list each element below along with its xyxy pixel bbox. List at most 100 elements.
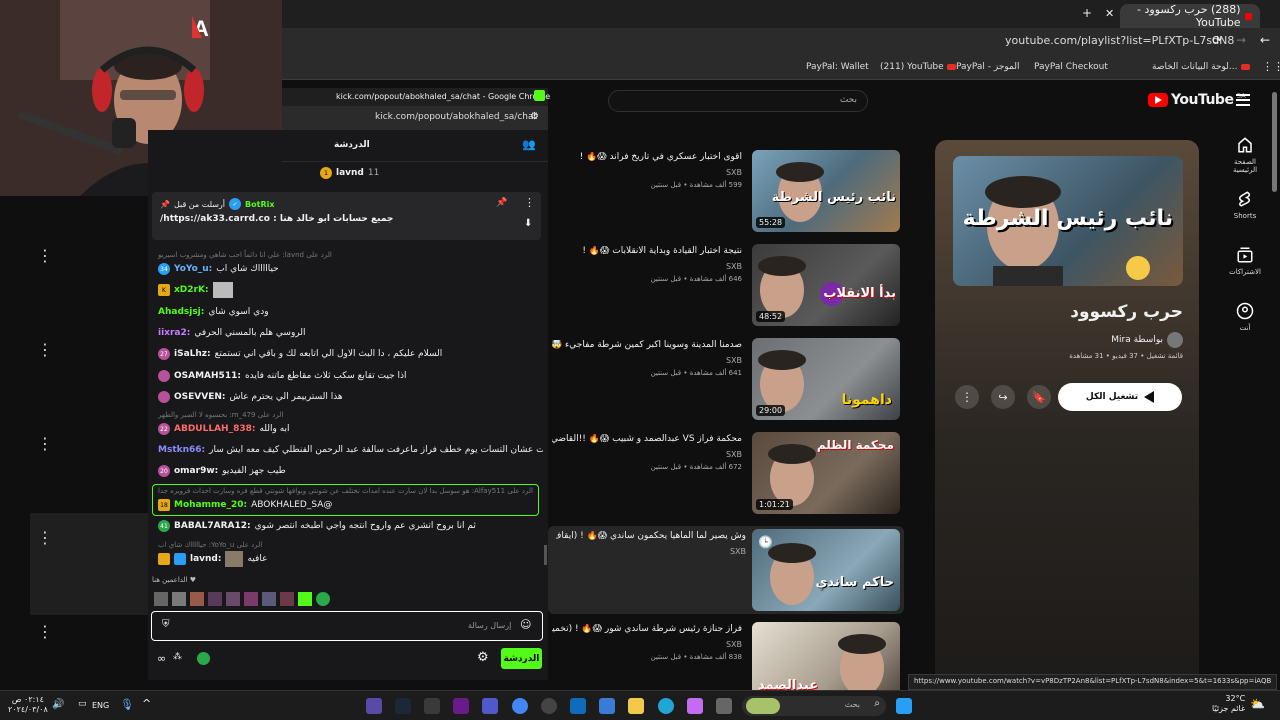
chat-message[interactable]: lavnd: عافيه xyxy=(158,551,543,567)
users-icon[interactable]: 👥 xyxy=(522,138,536,151)
reload-icon[interactable]: ⟳ xyxy=(1212,33,1222,47)
playlist-video-item-hovered[interactable]: حاكم ساندي 🕒 وش يصير لما الماهيا يحكمون … xyxy=(548,526,904,614)
share-button[interactable]: ↪ xyxy=(991,385,1015,409)
video-title[interactable]: وش يصير لما الماهيا يحكمون ساندي 😱🔥 ! (ا… xyxy=(556,531,746,541)
edge-icon[interactable] xyxy=(658,698,674,714)
address-url[interactable]: youtube.com/playlist?list=PLfXTp-L7sdN8 xyxy=(1005,34,1234,47)
microphone-icon[interactable]: 🎙 xyxy=(120,698,134,711)
obs-icon[interactable] xyxy=(541,698,557,714)
copilot-icon[interactable] xyxy=(687,698,703,714)
weather-widget[interactable]: 32°C غائم جزئيًا xyxy=(1212,694,1245,714)
collapse-icon[interactable]: ⬇ xyxy=(524,218,532,229)
supporter-avatar[interactable] xyxy=(226,592,240,606)
taskbar-search[interactable]: بحث ⌕ xyxy=(742,696,886,716)
pinned-text[interactable]: جميع حسابات ابو خالد هنا : https://ak33.… xyxy=(160,214,393,224)
nav-home[interactable]: الصفحة الرئيسية xyxy=(1222,136,1268,174)
dots-icon[interactable]: ⁂ xyxy=(173,652,182,662)
playlist-video-item[interactable]: محكمة الظلم 1:01:21 محكمة فراز VS عبدالص… xyxy=(548,432,900,518)
discord-icon[interactable] xyxy=(366,698,382,714)
supporter-avatar[interactable] xyxy=(262,592,276,606)
supporter-avatar[interactable] xyxy=(208,592,222,606)
hamburger-menu-icon[interactable] xyxy=(1236,94,1250,106)
teams-icon[interactable] xyxy=(482,698,498,714)
pin-toggle-icon[interactable]: 📌 xyxy=(496,198,507,208)
video-channel[interactable]: SXB xyxy=(730,547,746,556)
more-vertical-icon[interactable]: ⋮ xyxy=(37,246,53,265)
network-icon[interactable]: ▭ xyxy=(78,699,87,709)
send-chat-button[interactable]: الدردشة xyxy=(501,648,542,669)
bookmark-item[interactable]: PayPal - الموجز xyxy=(956,62,1020,72)
tune-icon[interactable]: ⚙ xyxy=(530,111,539,122)
playlist-video-item[interactable]: داهمونا 29:00 صدمنا المدينة وسوينا اكبر … xyxy=(548,338,900,424)
youtube-logo[interactable]: YouTube SA xyxy=(1148,92,1246,108)
app-icon[interactable] xyxy=(716,698,732,714)
chat-message[interactable]: 34 YoYo_u: حياااااك شاي اب xyxy=(158,261,543,277)
video-thumbnail[interactable]: حاكم ساندي 🕒 xyxy=(752,529,900,611)
infinity-icon[interactable]: ∞ xyxy=(157,652,166,665)
nav-shorts[interactable]: Shorts xyxy=(1222,190,1268,220)
nav-you[interactable]: أنت xyxy=(1222,302,1268,332)
emoji-icon[interactable]: ☺ xyxy=(520,618,531,631)
chat-message[interactable]: 27 iSaLhz: السلام عليكم ، دا البث الاول … xyxy=(158,346,543,362)
video-title[interactable]: صدمنا المدينة وسوينا اكبر كمين شرطة مفاج… xyxy=(552,340,742,350)
chat-message[interactable]: 22 ABDULLAH_838: ابه والله xyxy=(158,421,543,437)
xbox-icon[interactable] xyxy=(424,698,440,714)
supporter-avatar[interactable] xyxy=(154,592,168,606)
windows-start-icon[interactable] xyxy=(896,698,912,714)
store-icon[interactable] xyxy=(599,698,615,714)
supporter-avatar[interactable] xyxy=(190,592,204,606)
supporter-avatar[interactable] xyxy=(172,592,186,606)
chat-message[interactable]: K xD2rK: xyxy=(158,282,543,298)
video-title[interactable]: اقوى اختبار عسكري في تاريخ فراند 😱🔥 ! xyxy=(552,152,742,162)
nav-subscriptions[interactable]: الاشتراكات xyxy=(1222,246,1268,276)
playlist-video-item[interactable]: نائب رئيس الشرطة 55:28 اقوى اختبار عسكري… xyxy=(548,150,900,236)
tab-youtube[interactable]: (288) حرب ركسوود - YouTube xyxy=(1120,3,1260,29)
watch-later-icon[interactable]: 🕒 xyxy=(758,535,773,549)
video-title[interactable]: فراز جنازة رئيس شرطة ساندي شور 😱🔥 ! (تخم… xyxy=(552,624,742,634)
forward-icon[interactable]: → xyxy=(1236,33,1246,47)
top-gifter[interactable]: 1 lavnd 11 xyxy=(320,167,379,179)
chat-message[interactable]: iixra2: الروسي هلم بالمسني الحرفي xyxy=(158,325,543,341)
video-channel[interactable]: SXB xyxy=(726,356,742,365)
video-channel[interactable]: SXB xyxy=(726,640,742,649)
playlist-owner[interactable]: بواسطة Mira xyxy=(1111,332,1183,348)
more-options-button[interactable]: ⋮ xyxy=(955,385,979,409)
more-vertical-icon[interactable]: ⋮ xyxy=(37,434,53,453)
chat-message[interactable]: Mstkn66: اول سكبت عشان التسات يوم خطف فر… xyxy=(158,442,543,458)
chat-message[interactable]: OSEVVEN: هذا السترييمر الي يحترم عاش xyxy=(158,389,543,405)
video-channel[interactable]: SXB xyxy=(726,262,742,271)
more-vertical-icon[interactable]: ⋮ xyxy=(37,340,53,359)
more-vertical-icon[interactable]: ⋮ xyxy=(524,196,535,209)
video-thumbnail[interactable]: محكمة الظلم 1:01:21 xyxy=(752,432,900,514)
chat-message[interactable]: 18 Mohamme_20: @ABOKHALED_SA xyxy=(158,497,543,513)
supporter-avatar[interactable] xyxy=(298,592,312,606)
supporter-avatar[interactable] xyxy=(280,592,294,606)
steam-icon[interactable] xyxy=(395,698,411,714)
chat-message[interactable]: 20 omar9w: طيب جهز الفيديو xyxy=(158,463,543,479)
chat-message-input[interactable]: ⛨ إرسال رسالة ☺ xyxy=(151,611,543,641)
nzxt-icon[interactable] xyxy=(453,698,469,714)
video-channel[interactable]: SXB xyxy=(726,450,742,459)
more-vertical-icon[interactable]: ⋮ xyxy=(37,622,53,641)
language-indicator[interactable]: ENG xyxy=(92,701,109,710)
bookmark-item[interactable]: (211) YouTube xyxy=(880,62,959,72)
video-title[interactable]: نتيجة اختبار القيادة وبداية الانقلابات 😱… xyxy=(552,246,742,256)
chat-url[interactable]: kick.com/popout/abokhaled_sa/chat xyxy=(375,112,537,122)
bookmark-item[interactable]: لوحة البيانات الخاصة... xyxy=(1152,62,1253,72)
video-thumbnail[interactable]: بدأ الانقلاب 48:52 xyxy=(752,244,900,326)
kick-k-icon[interactable] xyxy=(197,652,210,665)
playlist-video-item[interactable]: بدأ الانقلاب 48:52 نتيجة اختبار القيادة … xyxy=(548,244,900,330)
bookmark-item[interactable]: PayPal Checkout xyxy=(1034,62,1108,72)
chevron-up-icon[interactable]: ^ xyxy=(142,697,151,710)
chat-message[interactable]: 41 BABAL7ARA12: ثم انا بروح اتشري عم وار… xyxy=(158,518,543,534)
more-vertical-icon[interactable]: ⋮ xyxy=(37,528,53,547)
playlist-thumbnail[interactable]: نائب رئيس الشرطة xyxy=(953,156,1183,286)
video-thumbnail[interactable]: نائب رئيس الشرطة 55:28 xyxy=(752,150,900,232)
video-thumbnail[interactable]: داهمونا 29:00 xyxy=(752,338,900,420)
video-channel[interactable]: SXB xyxy=(726,168,742,177)
chat-message[interactable]: OSAMAH511: اذا جيت تقابع سكب ثلاث مقاطع … xyxy=(158,368,543,384)
back-icon[interactable]: ← xyxy=(1260,33,1270,47)
apps-grid-icon[interactable]: ⋮⋮ xyxy=(1262,60,1280,73)
chat-settings-icon[interactable]: ⚙ xyxy=(477,650,489,665)
clock[interactable]: ٠٢:١٤ ص ٢٠٢٤/٠٣/٠٨ xyxy=(8,695,48,715)
